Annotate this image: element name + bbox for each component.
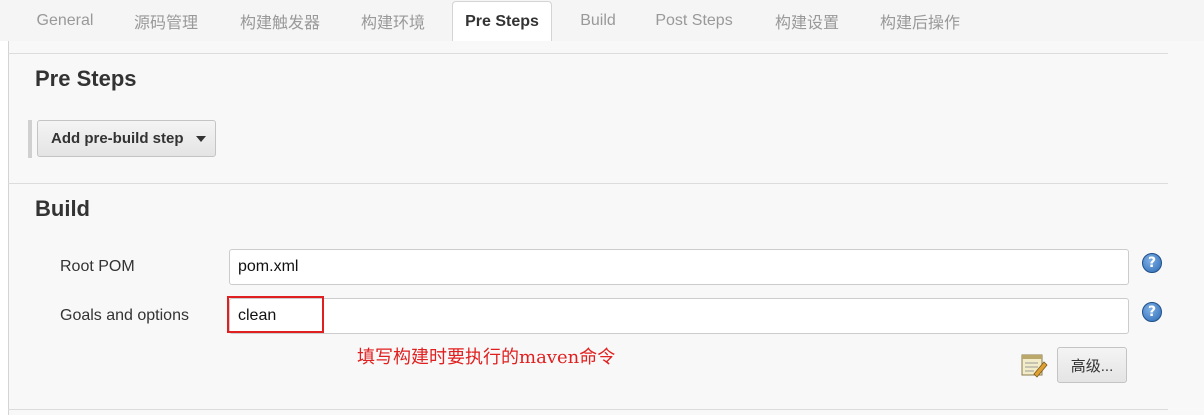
annotation-text: 填写构建时要执行的maven命令 (357, 347, 616, 368)
pre-steps-title: Pre Steps (35, 66, 137, 91)
tab-pre-steps[interactable]: Pre Steps (452, 1, 552, 42)
bottom-divider (8, 409, 1168, 410)
tab-source-control[interactable]: 源码管理 (124, 0, 208, 41)
goals-options-label: Goals and options (60, 307, 189, 324)
tab-build-settings[interactable]: 构建设置 (764, 0, 850, 41)
highlight-box (227, 296, 324, 333)
tab-post-steps[interactable]: Post Steps (646, 0, 742, 41)
notepad-icon (1021, 354, 1048, 378)
add-pre-build-step-label: Add pre-build step (51, 130, 184, 147)
pre-steps-bar (28, 120, 32, 158)
build-title: Build (35, 196, 90, 221)
advanced-button[interactable]: 高级... (1057, 347, 1127, 383)
tab-post-build-actions[interactable]: 构建后操作 (868, 0, 972, 41)
help-icon[interactable]: ? (1142, 253, 1162, 273)
tab-build[interactable]: Build (568, 0, 628, 41)
add-pre-build-step-button[interactable]: Add pre-build step (37, 120, 216, 157)
goals-options-input[interactable]: clean (229, 298, 1129, 334)
root-pom-label: Root POM (60, 258, 135, 275)
help-icon[interactable]: ? (1142, 302, 1162, 322)
caret-down-icon (195, 135, 206, 142)
section-divider (8, 183, 1168, 184)
tab-build-environment[interactable]: 构建环境 (350, 0, 436, 41)
root-pom-input[interactable]: pom.xml (229, 249, 1129, 285)
tab-build-triggers[interactable]: 构建触发器 (228, 0, 332, 41)
top-divider (8, 53, 1168, 54)
tab-bar: General 源码管理 构建触发器 构建环境 Pre Steps Build … (0, 0, 1204, 42)
tab-general[interactable]: General (22, 0, 108, 41)
